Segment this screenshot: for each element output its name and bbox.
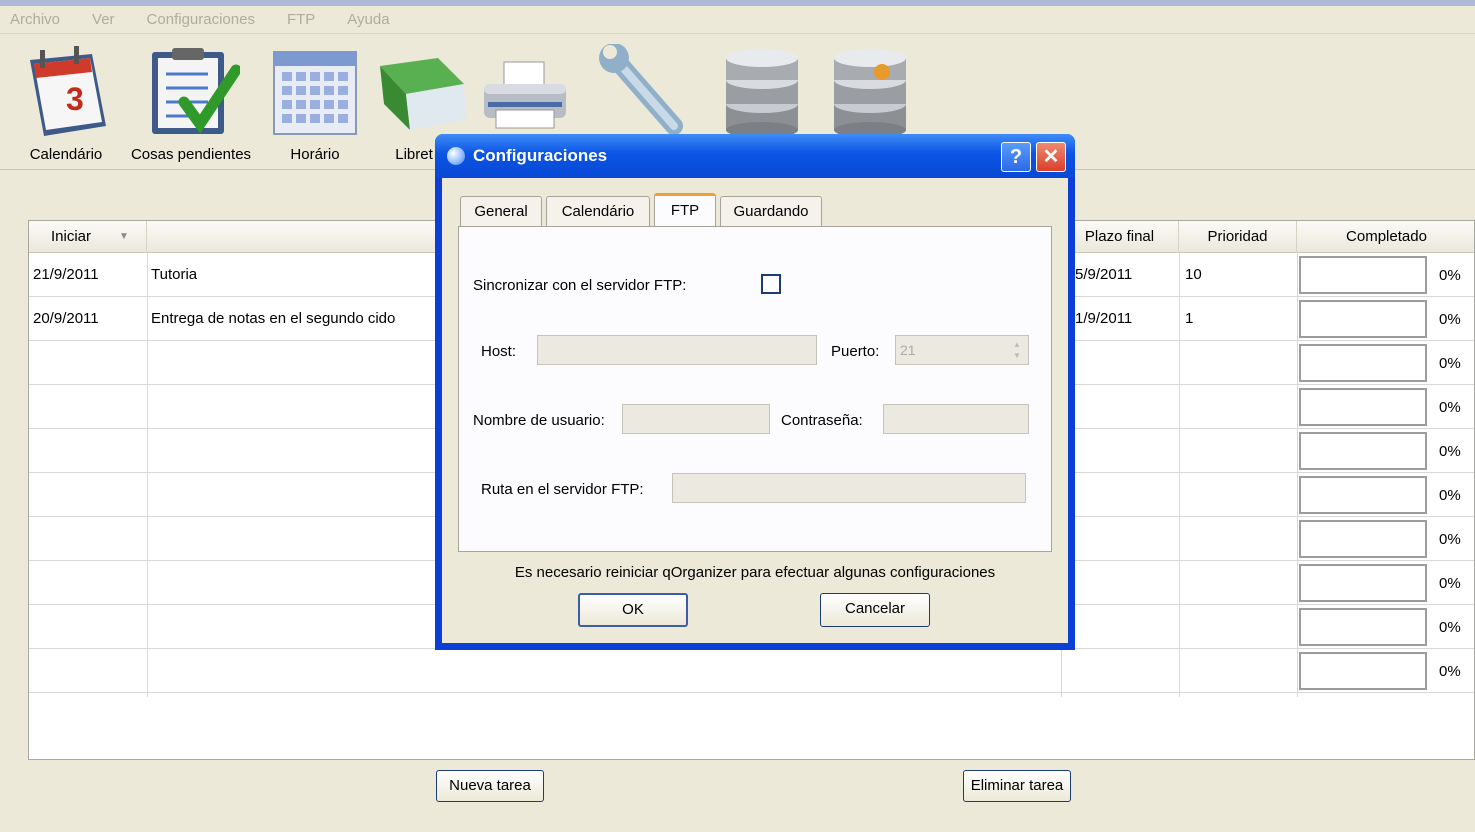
close-icon: ✕: [1042, 146, 1060, 168]
sort-arrow-icon: ▼: [119, 231, 129, 242]
toolbar-notebook-button[interactable]: [376, 44, 466, 140]
host-label: Host:: [481, 343, 517, 360]
port-stepper[interactable]: 21 ▲ ▼: [895, 335, 1029, 365]
ftp-path-label: Ruta en el servidor FTP:: [481, 481, 644, 498]
cell-deadline: 1/9/2011: [1075, 310, 1133, 327]
progress-percent: 0%: [1439, 355, 1461, 372]
toolbar-database-button[interactable]: [722, 44, 802, 140]
progress-bar: [1299, 608, 1427, 646]
menu-archivo[interactable]: Archivo: [10, 11, 60, 28]
progress-bar: [1299, 388, 1427, 426]
sync-checkbox[interactable]: [761, 274, 781, 294]
toolbar-calendar-button[interactable]: 3: [22, 44, 112, 140]
header-priority[interactable]: Prioridad: [1179, 221, 1297, 253]
cell-priority: 10: [1185, 266, 1202, 283]
schedule-grid-icon: [273, 51, 357, 135]
database-sql-icon: [834, 49, 906, 138]
database-icon: [726, 49, 798, 138]
dialog-app-icon: [447, 147, 465, 165]
toolbar-label-schedule: Horário: [290, 146, 340, 163]
wrench-icon: [599, 44, 683, 135]
progress-percent: 0%: [1439, 487, 1461, 504]
progress-percent: 0%: [1439, 443, 1461, 460]
table-row[interactable]: 0%: [29, 649, 1474, 693]
progress-percent: 0%: [1439, 311, 1461, 328]
help-button[interactable]: ?: [1001, 142, 1031, 172]
header-start-label: Iniciar: [51, 228, 92, 245]
toolbar-schedule-button[interactable]: [272, 44, 358, 140]
progress-bar: [1299, 344, 1427, 382]
progress-bar: [1299, 300, 1427, 338]
header-start[interactable]: Iniciar ▼: [29, 221, 147, 253]
todo-checklist-icon: [152, 48, 240, 134]
menu-bar: Archivo Ver Configuraciones FTP Ayuda: [0, 6, 1475, 34]
password-field[interactable]: [883, 404, 1029, 434]
cancel-button[interactable]: Cancelar: [820, 593, 930, 627]
toolbar-label-notebook: Libret: [395, 146, 433, 163]
progress-bar: [1299, 432, 1427, 470]
progress-percent: 0%: [1439, 663, 1461, 680]
toolbar-todo-button[interactable]: [148, 44, 240, 140]
port-label: Puerto:: [831, 343, 880, 360]
port-value: 21: [900, 342, 916, 358]
progress-percent: 0%: [1439, 619, 1461, 636]
svg-text:3: 3: [66, 81, 84, 117]
dialog-body: General Calendário FTP Guardando Sincron…: [442, 178, 1068, 643]
new-task-button[interactable]: Nueva tarea: [436, 770, 544, 802]
menu-ayuda[interactable]: Ayuda: [347, 11, 389, 28]
cell-start: 20/9/2011: [33, 310, 99, 327]
calendar-icon: 3: [30, 46, 106, 136]
ok-button[interactable]: OK: [578, 593, 688, 627]
progress-percent: 0%: [1439, 531, 1461, 548]
spin-up-icon[interactable]: ▲: [1009, 339, 1025, 350]
sync-label: Sincronizar con el servidor FTP:: [473, 277, 687, 294]
spin-down-icon[interactable]: ▼: [1009, 350, 1025, 361]
cell-subject: Tutoria: [151, 266, 198, 283]
progress-percent: 0%: [1439, 399, 1461, 416]
cell-start: 21/9/2011: [33, 266, 99, 283]
restart-note: Es necesario reiniciar qOrganizer para e…: [514, 564, 996, 581]
username-field[interactable]: [622, 404, 770, 434]
port-spin-arrows[interactable]: ▲ ▼: [1009, 339, 1025, 361]
toolbar-label-todo: Cosas pendientes: [130, 146, 252, 163]
tab-ftp[interactable]: FTP: [654, 193, 716, 227]
settings-dialog: Configuraciones ? ✕ General Calendário F…: [435, 134, 1075, 650]
host-field[interactable]: [537, 335, 817, 365]
dialog-titlebar[interactable]: Configuraciones ? ✕: [435, 134, 1075, 178]
tab-saving[interactable]: Guardando: [720, 196, 822, 226]
header-completed[interactable]: Completado: [1297, 221, 1475, 253]
toolbar-label-calendar: Calendário: [29, 146, 103, 163]
cell-priority: 1: [1185, 310, 1194, 327]
progress-percent: 0%: [1439, 575, 1461, 592]
cell-deadline: 5/9/2011: [1075, 266, 1133, 283]
tab-calendar[interactable]: Calendário: [546, 196, 650, 226]
username-label: Nombre de usuario:: [473, 412, 605, 429]
progress-bar: [1299, 564, 1427, 602]
tab-general[interactable]: General: [460, 196, 542, 226]
progress-bar: [1299, 520, 1427, 558]
notebook-icon: [380, 58, 466, 130]
dialog-title: Configuraciones: [473, 146, 608, 165]
ftp-tab-pane: Sincronizar con el servidor FTP: Host: P…: [458, 226, 1052, 552]
printer-icon: [484, 61, 566, 129]
toolbar-print-button[interactable]: [478, 44, 570, 140]
cell-subject: Entrega de notas en el segundo cido: [151, 310, 396, 327]
ftp-path-field[interactable]: [672, 473, 1026, 503]
close-button[interactable]: ✕: [1036, 142, 1066, 172]
progress-bar: [1299, 256, 1427, 294]
toolbar-settings-button[interactable]: [596, 44, 692, 140]
menu-ftp[interactable]: FTP: [287, 11, 315, 28]
progress-percent: 0%: [1439, 267, 1461, 284]
progress-bar: [1299, 476, 1427, 514]
delete-task-button[interactable]: Eliminar tarea: [963, 770, 1071, 802]
header-deadline[interactable]: Plazo final: [1061, 221, 1179, 253]
progress-bar: [1299, 652, 1427, 690]
menu-configuraciones[interactable]: Configuraciones: [147, 11, 255, 28]
toolbar-database-sql-button[interactable]: [830, 44, 910, 140]
menu-ver[interactable]: Ver: [92, 11, 115, 28]
password-label: Contraseña:: [781, 412, 863, 429]
